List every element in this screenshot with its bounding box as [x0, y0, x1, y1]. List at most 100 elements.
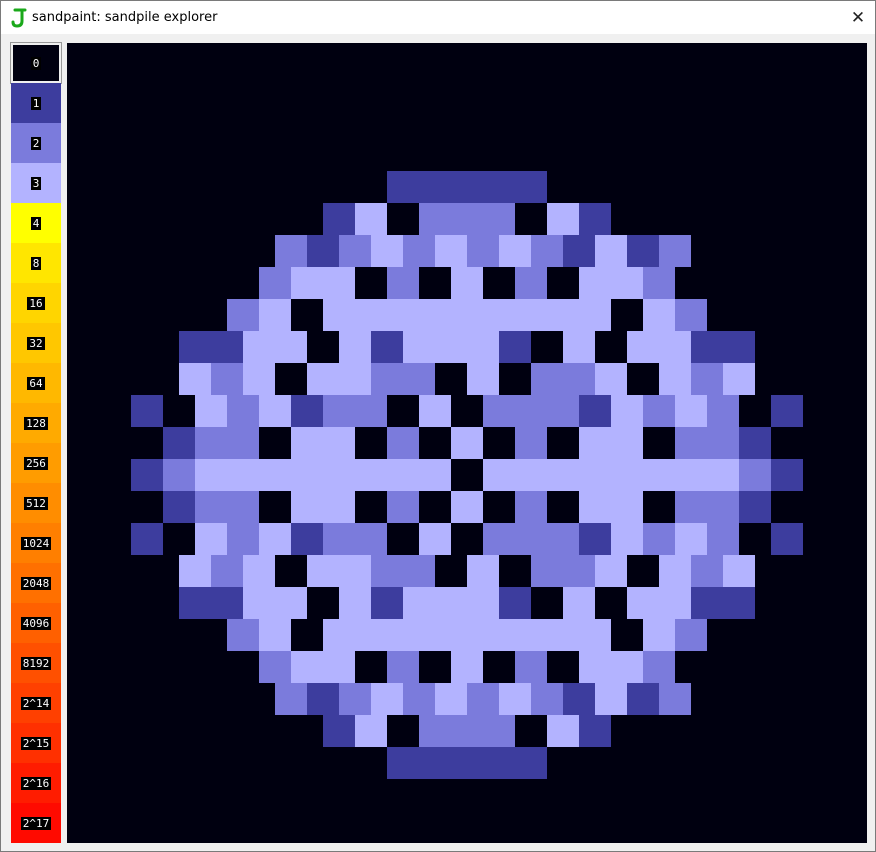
sand-cell-3[interactable]: [387, 299, 419, 331]
sand-cell-3[interactable]: [323, 491, 355, 523]
sand-cell-2[interactable]: [483, 203, 515, 235]
sand-cell-3[interactable]: [435, 683, 467, 715]
sand-cell-3[interactable]: [307, 363, 339, 395]
sand-cell-3[interactable]: [643, 299, 675, 331]
sand-cell-2[interactable]: [515, 523, 547, 555]
sand-cell-3[interactable]: [243, 331, 275, 363]
sand-cell-2[interactable]: [547, 523, 579, 555]
palette-swatch-4[interactable]: 4: [11, 203, 61, 243]
sand-cell-3[interactable]: [387, 619, 419, 651]
sand-cell-3[interactable]: [419, 459, 451, 491]
sand-cell-2[interactable]: [339, 235, 371, 267]
sand-cell-2[interactable]: [275, 683, 307, 715]
sand-cell-3[interactable]: [611, 491, 643, 523]
sand-cell-2[interactable]: [659, 683, 691, 715]
sand-cell-2[interactable]: [707, 427, 739, 459]
sand-cell-3[interactable]: [467, 331, 499, 363]
sand-cell-2[interactable]: [419, 715, 451, 747]
sand-cell-2[interactable]: [211, 555, 243, 587]
palette-swatch-32[interactable]: 32: [11, 323, 61, 363]
sand-cell-3[interactable]: [387, 459, 419, 491]
sand-cell-2[interactable]: [403, 363, 435, 395]
sand-cell-2[interactable]: [531, 555, 563, 587]
sand-cell-1[interactable]: [307, 683, 339, 715]
sand-cell-1[interactable]: [483, 747, 515, 779]
sand-cell-1[interactable]: [371, 587, 403, 619]
sandpile-grid[interactable]: [67, 43, 867, 843]
sand-cell-1[interactable]: [419, 747, 451, 779]
sand-cell-3[interactable]: [611, 395, 643, 427]
sand-cell-3[interactable]: [371, 235, 403, 267]
sand-cell-2[interactable]: [163, 459, 195, 491]
sand-cell-1[interactable]: [323, 715, 355, 747]
sand-cell-3[interactable]: [579, 651, 611, 683]
palette-swatch-2pow14[interactable]: 2^14: [11, 683, 61, 723]
sand-cell-3[interactable]: [547, 619, 579, 651]
sand-cell-3[interactable]: [499, 235, 531, 267]
sand-cell-1[interactable]: [131, 523, 163, 555]
sand-cell-1[interactable]: [179, 587, 211, 619]
sand-cell-1[interactable]: [579, 203, 611, 235]
sand-cell-3[interactable]: [547, 299, 579, 331]
sand-cell-2[interactable]: [371, 363, 403, 395]
sand-cell-1[interactable]: [291, 523, 323, 555]
sand-cell-2[interactable]: [739, 459, 771, 491]
sand-cell-2[interactable]: [691, 363, 723, 395]
sand-cell-2[interactable]: [675, 427, 707, 459]
palette-swatch-2048[interactable]: 2048: [11, 563, 61, 603]
sand-cell-3[interactable]: [451, 491, 483, 523]
sand-cell-3[interactable]: [611, 427, 643, 459]
sand-cell-3[interactable]: [627, 331, 659, 363]
sandpile-canvas[interactable]: [67, 43, 867, 843]
sand-cell-2[interactable]: [675, 299, 707, 331]
sand-cell-1[interactable]: [387, 171, 419, 203]
sand-cell-3[interactable]: [403, 587, 435, 619]
palette-swatch-8192[interactable]: 8192: [11, 643, 61, 683]
palette-swatch-8[interactable]: 8: [11, 243, 61, 283]
sand-cell-3[interactable]: [483, 299, 515, 331]
sand-cell-3[interactable]: [467, 363, 499, 395]
sand-cell-3[interactable]: [291, 267, 323, 299]
sand-cell-2[interactable]: [371, 555, 403, 587]
sand-cell-1[interactable]: [771, 459, 803, 491]
sand-cell-3[interactable]: [547, 459, 579, 491]
palette-swatch-16[interactable]: 16: [11, 283, 61, 323]
sand-cell-2[interactable]: [227, 427, 259, 459]
palette-swatch-2pow17[interactable]: 2^17: [11, 803, 61, 843]
sand-cell-3[interactable]: [675, 523, 707, 555]
sand-cell-3[interactable]: [515, 299, 547, 331]
sand-cell-3[interactable]: [323, 459, 355, 491]
sand-cell-2[interactable]: [515, 267, 547, 299]
sand-cell-2[interactable]: [339, 683, 371, 715]
sand-cell-2[interactable]: [403, 683, 435, 715]
sand-cell-2[interactable]: [515, 395, 547, 427]
sand-cell-3[interactable]: [451, 427, 483, 459]
sand-cell-3[interactable]: [707, 459, 739, 491]
sand-cell-3[interactable]: [355, 619, 387, 651]
sand-cell-1[interactable]: [371, 331, 403, 363]
sand-cell-3[interactable]: [195, 523, 227, 555]
sand-cell-2[interactable]: [643, 651, 675, 683]
sand-cell-3[interactable]: [419, 619, 451, 651]
close-button[interactable]: ✕: [841, 1, 875, 34]
sand-cell-1[interactable]: [723, 331, 755, 363]
sand-cell-3[interactable]: [403, 331, 435, 363]
sand-cell-2[interactable]: [675, 491, 707, 523]
sand-cell-3[interactable]: [595, 683, 627, 715]
sand-cell-3[interactable]: [579, 619, 611, 651]
sand-cell-3[interactable]: [579, 459, 611, 491]
sand-cell-3[interactable]: [467, 587, 499, 619]
sand-cell-3[interactable]: [291, 491, 323, 523]
sand-cell-3[interactable]: [595, 555, 627, 587]
sand-cell-3[interactable]: [259, 459, 291, 491]
sand-cell-3[interactable]: [563, 587, 595, 619]
sand-cell-3[interactable]: [195, 395, 227, 427]
sand-cell-3[interactable]: [355, 715, 387, 747]
sand-cell-3[interactable]: [179, 555, 211, 587]
sand-cell-2[interactable]: [355, 395, 387, 427]
sand-cell-2[interactable]: [643, 267, 675, 299]
sand-cell-1[interactable]: [323, 203, 355, 235]
palette-swatch-2pow16[interactable]: 2^16: [11, 763, 61, 803]
sand-cell-3[interactable]: [675, 395, 707, 427]
sand-cell-2[interactable]: [467, 235, 499, 267]
